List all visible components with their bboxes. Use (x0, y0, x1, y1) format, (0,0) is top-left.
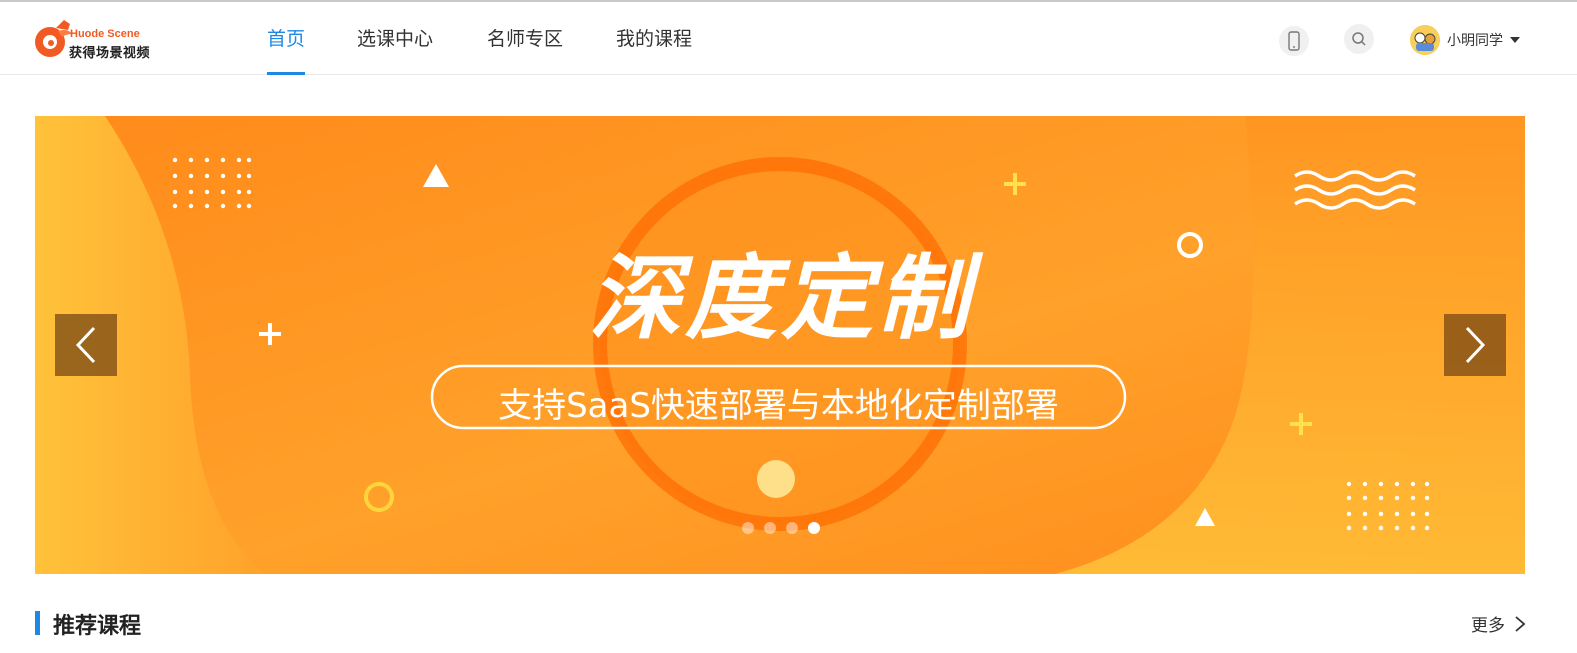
chevron-right-icon (1465, 326, 1486, 364)
banner-subtitle: 支持SaaS快速部署与本地化定制部署 (498, 386, 1059, 426)
caret-down-icon (1510, 37, 1520, 43)
search-button[interactable] (1344, 24, 1374, 54)
user-menu[interactable]: 小明同学 (1410, 24, 1520, 56)
nav-item-course-center[interactable]: 选课中心 (357, 24, 433, 74)
chevron-left-icon (75, 326, 96, 364)
chevron-right-icon (1515, 615, 1526, 632)
mobile-button[interactable] (1279, 26, 1309, 56)
top-header: Huode Scene 获得场景视频 首页 选课中心 名师专区 我的课程 小明同… (0, 2, 1577, 75)
more-link[interactable]: 更多 (1471, 611, 1527, 636)
logo-text-en: Huode Scene (70, 28, 140, 40)
nav-item-my-courses[interactable]: 我的课程 (616, 24, 692, 74)
carousel-dot-2[interactable] (764, 522, 776, 534)
carousel-indicators (742, 522, 820, 534)
avatar (1410, 25, 1440, 55)
username: 小明同学 (1447, 33, 1503, 49)
logo-text-cn: 获得场景视频 (69, 46, 151, 61)
section-title: 推荐课程 (53, 614, 142, 639)
nav-item-home[interactable]: 首页 (267, 24, 306, 75)
logo-icon (35, 20, 72, 57)
nav-item-famous-teachers[interactable]: 名师专区 (487, 24, 563, 74)
more-link-label: 更多 (1471, 616, 1505, 636)
carousel-dot-1[interactable] (742, 522, 754, 534)
carousel-dot-4[interactable] (808, 522, 820, 534)
carousel-dot-3[interactable] (786, 522, 798, 534)
logo[interactable]: Huode Scene 获得场景视频 (34, 18, 164, 62)
recommended-courses-header: 推荐课程 更多 (35, 606, 1527, 640)
search-icon (1352, 32, 1366, 46)
banner-next-button[interactable] (1444, 314, 1506, 376)
avatar-image (1410, 25, 1440, 55)
section-accent-bar (35, 611, 40, 635)
banner-title: 深度定制 (588, 245, 973, 352)
mobile-icon (1288, 31, 1300, 51)
banner-carousel[interactable]: 深度定制 支持SaaS快速部署与本地化定制部署 (35, 116, 1525, 574)
banner-prev-button[interactable] (55, 314, 117, 376)
